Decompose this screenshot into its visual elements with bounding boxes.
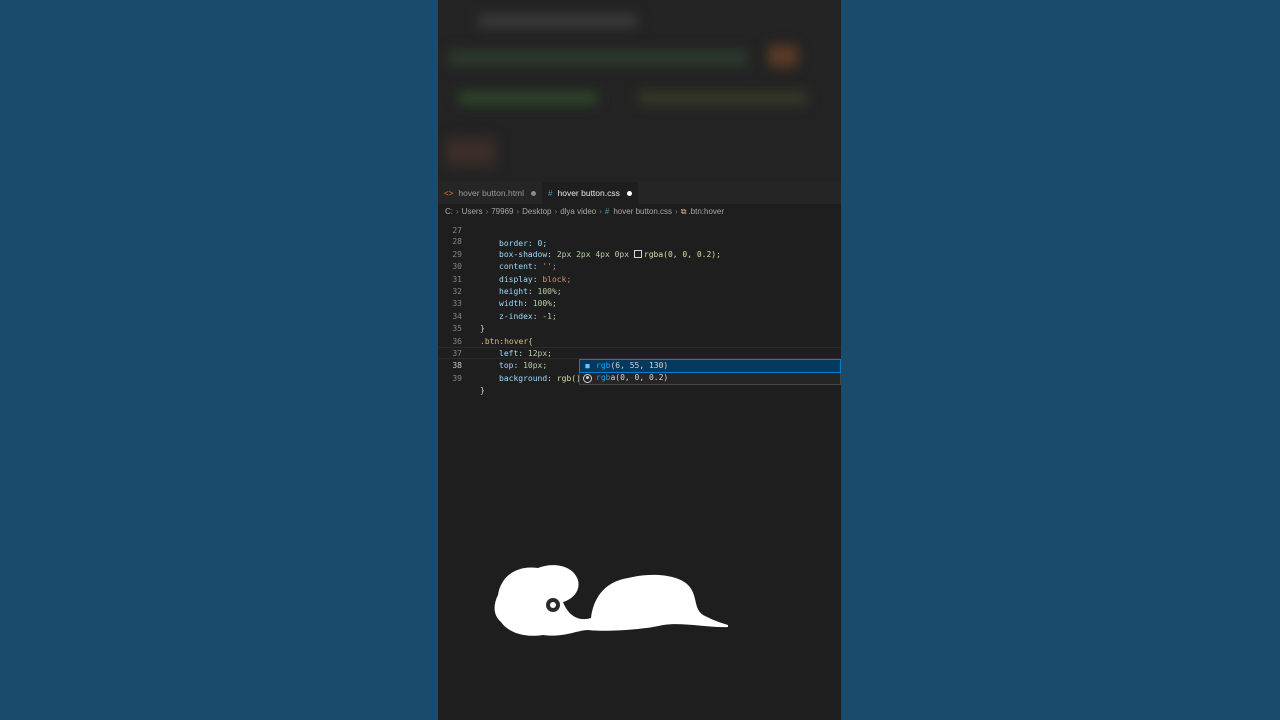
tab-label: hover button.css [557,188,620,198]
suggestion-item[interactable]: ■ rgb (6, 55, 130) [579,359,841,373]
suggestion-rest: (6, 55, 130) [610,361,669,370]
code-line: 32 width: 100%; [438,274,841,308]
tab-label: hover button.html [458,188,525,198]
code-line-current: 38 background: rgb(); [438,347,841,383]
video-frame: <> hover button.html # hover button.css … [438,0,841,720]
suggestion-item[interactable]: ● rgb a(0, 0, 0.2) [580,372,840,384]
tab-hover-button-html[interactable]: <> hover button.html [438,182,542,204]
background-right [841,0,1280,720]
blurred-preview [438,0,841,182]
code-line: 34 } [438,298,841,333]
code-line: 33 z-index: -1; [438,286,841,320]
color-palette-icon: ● [583,373,592,383]
line-text: } [480,386,485,396]
background-left [0,0,438,720]
suggestion-match: rgb [596,373,611,382]
code-line: 31 height: 100%; [438,261,841,296]
code-line: 36 left: 12px; [438,323,841,358]
suggestion-rest: a(0, 0, 0.2) [610,373,669,382]
unsaved-dot-icon[interactable] [626,190,632,196]
color-swatch-icon: ■ [585,362,590,370]
html-file-icon: <> [444,188,454,198]
autocomplete-popup: ■ rgb (6, 55, 130) ● rgb a(0, 0, 0.2) [579,359,841,385]
editor-tab-bar: <> hover button.html # hover button.css [438,182,841,204]
code-editor[interactable]: 27 border: 0; 28 box-shadow: 2px 2px 4px… [438,219,841,720]
code-line: 30 display: block; [438,249,841,283]
css-file-icon: # [548,188,553,198]
code-line: 28 box-shadow: 2px 2px 4px 0px rgba(0, 0… [438,224,841,258]
unsaved-dot-icon[interactable] [531,190,537,196]
tab-hover-button-css[interactable]: # hover button.css [542,182,638,204]
white-blob-shape [494,565,728,636]
line-number: 39 [452,373,462,383]
code-line: 29 content: ''; [438,236,841,271]
property-name: background [499,373,548,383]
suggestion-match: rgb [596,361,611,370]
code-line: 35 .btn:hover{ [438,311,841,345]
